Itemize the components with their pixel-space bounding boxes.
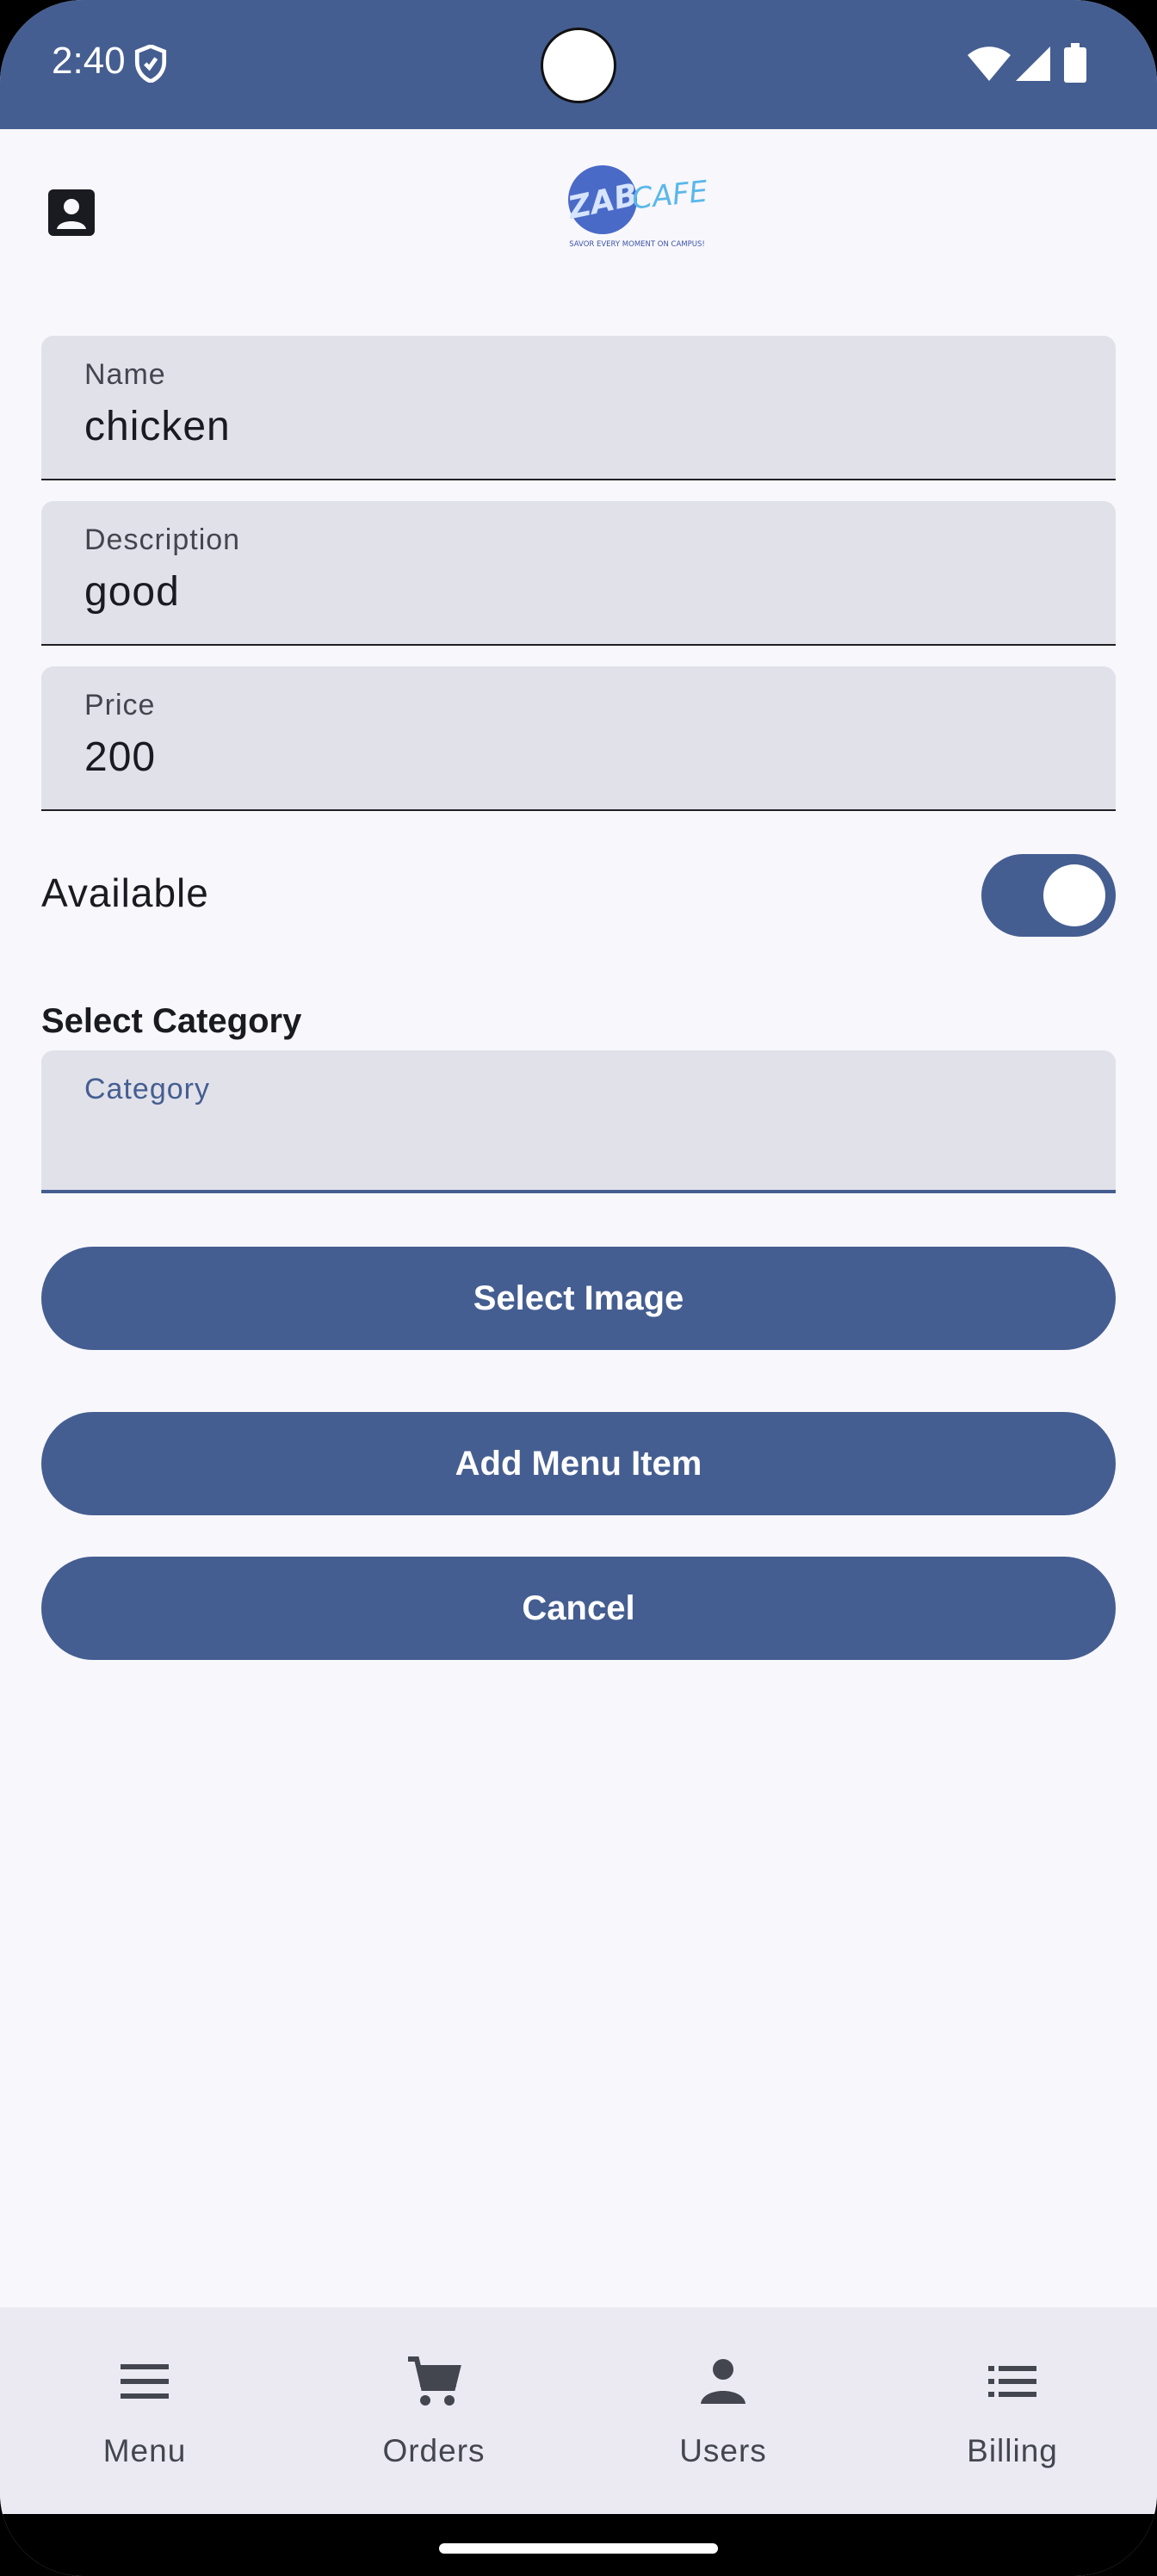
toggle-thumb [1043, 864, 1105, 926]
camera-cutout [541, 28, 616, 103]
menu-icon [121, 2364, 169, 2399]
signal-icon [1016, 46, 1050, 81]
cancel-button[interactable]: Cancel [41, 1557, 1116, 1660]
select-image-button[interactable]: Select Image [41, 1247, 1116, 1350]
phone-screen: 2:40 ZAB CAFE SAVOR EVERY MOMENT ON CAMP… [0, 0, 1157, 2576]
shield-icon [134, 45, 167, 83]
select-category-title: Select Category [41, 1002, 302, 1040]
category-field[interactable]: Category [41, 1050, 1116, 1193]
nav-label-menu: Menu [102, 2433, 187, 2468]
list-icon [988, 2366, 1036, 2397]
status-time: 2:40 [52, 40, 126, 82]
nav-item-billing[interactable]: Billing [868, 2307, 1157, 2514]
price-value: 200 [84, 734, 157, 780]
gesture-navigation-bar [0, 2514, 1157, 2576]
home-gesture-handle[interactable] [439, 2543, 718, 2554]
available-toggle[interactable] [981, 854, 1116, 937]
name-label: Name [84, 358, 166, 391]
name-field[interactable]: Name chicken [41, 336, 1116, 480]
description-value: good [84, 569, 180, 615]
battery-icon [1064, 43, 1086, 83]
add-menu-item-button[interactable]: Add Menu Item [41, 1412, 1116, 1515]
nav-item-users[interactable]: Users [578, 2307, 868, 2514]
wifi-icon [968, 46, 1011, 81]
person-icon [701, 2359, 746, 2404]
available-label: Available [41, 870, 209, 915]
name-value: chicken [84, 404, 231, 449]
price-label: Price [84, 689, 156, 721]
nav-item-menu[interactable]: Menu [0, 2307, 289, 2514]
status-bar: 2:40 [0, 0, 1157, 129]
cart-icon [408, 2356, 461, 2406]
nav-label-users: Users [679, 2433, 767, 2468]
svg-text:CAFE: CAFE [630, 174, 709, 216]
price-field[interactable]: Price 200 [41, 666, 1116, 811]
description-field[interactable]: Description good [41, 501, 1116, 646]
category-label: Category [84, 1073, 210, 1105]
contact-icon[interactable] [46, 188, 96, 238]
zab-cafe-logo: ZAB CAFE SAVOR EVERY MOMENT ON CAMPUS! [568, 165, 709, 249]
description-label: Description [84, 523, 241, 556]
svg-text:SAVOR EVERY MOMENT ON CAMPUS!: SAVOR EVERY MOMENT ON CAMPUS! [569, 240, 705, 249]
nav-item-orders[interactable]: Orders [289, 2307, 578, 2514]
bottom-navigation: Menu Orders Users Billing [0, 2307, 1157, 2514]
nav-label-billing: Billing [967, 2433, 1058, 2468]
nav-label-orders: Orders [382, 2433, 486, 2468]
